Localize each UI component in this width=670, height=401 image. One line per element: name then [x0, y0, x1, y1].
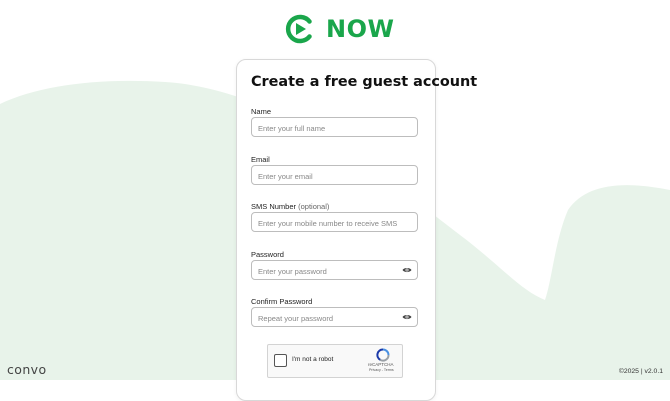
optional-note: (optional): [298, 202, 330, 211]
brand-name: NOW: [326, 15, 395, 43]
captcha-label: I'm not a robot: [292, 356, 334, 363]
name-label: Name: [251, 107, 272, 116]
password-field[interactable]: [251, 260, 418, 281]
eye-icon[interactable]: [402, 266, 412, 274]
name-field[interactable]: [251, 117, 418, 138]
recaptcha-widget: I'm not a robot reCAPTCHA Privacy - Term…: [267, 344, 403, 378]
email-label: Email: [251, 155, 270, 164]
captcha-links[interactable]: Privacy - Terms: [369, 368, 394, 372]
sms-label: SMS Number (optional): [251, 202, 330, 211]
captcha-checkbox[interactable]: [274, 354, 287, 367]
eye-icon[interactable]: [402, 313, 412, 321]
captcha-brand: reCAPTCHA: [368, 362, 394, 367]
password-input[interactable]: [252, 262, 417, 281]
email-field[interactable]: [251, 165, 418, 186]
sms-input[interactable]: [252, 214, 417, 233]
form-title: Create a free guest account: [251, 74, 478, 90]
sms-field[interactable]: [251, 212, 418, 233]
recaptcha-icon: [376, 348, 390, 362]
confirm-password-input[interactable]: [252, 309, 417, 328]
confirm-password-label: Confirm Password: [251, 297, 313, 306]
version-text: ©2025 | v2.0.1: [618, 368, 663, 375]
signup-card: Create a free guest account Name Email S…: [236, 59, 477, 401]
footer-logo: convo: [7, 362, 47, 377]
email-input[interactable]: [252, 167, 417, 186]
refresh-arrow-icon: [285, 14, 312, 44]
password-label: Password: [251, 250, 284, 259]
brand-logo: NOW: [283, 12, 394, 46]
name-input[interactable]: [252, 119, 417, 138]
confirm-password-field[interactable]: [251, 307, 418, 328]
